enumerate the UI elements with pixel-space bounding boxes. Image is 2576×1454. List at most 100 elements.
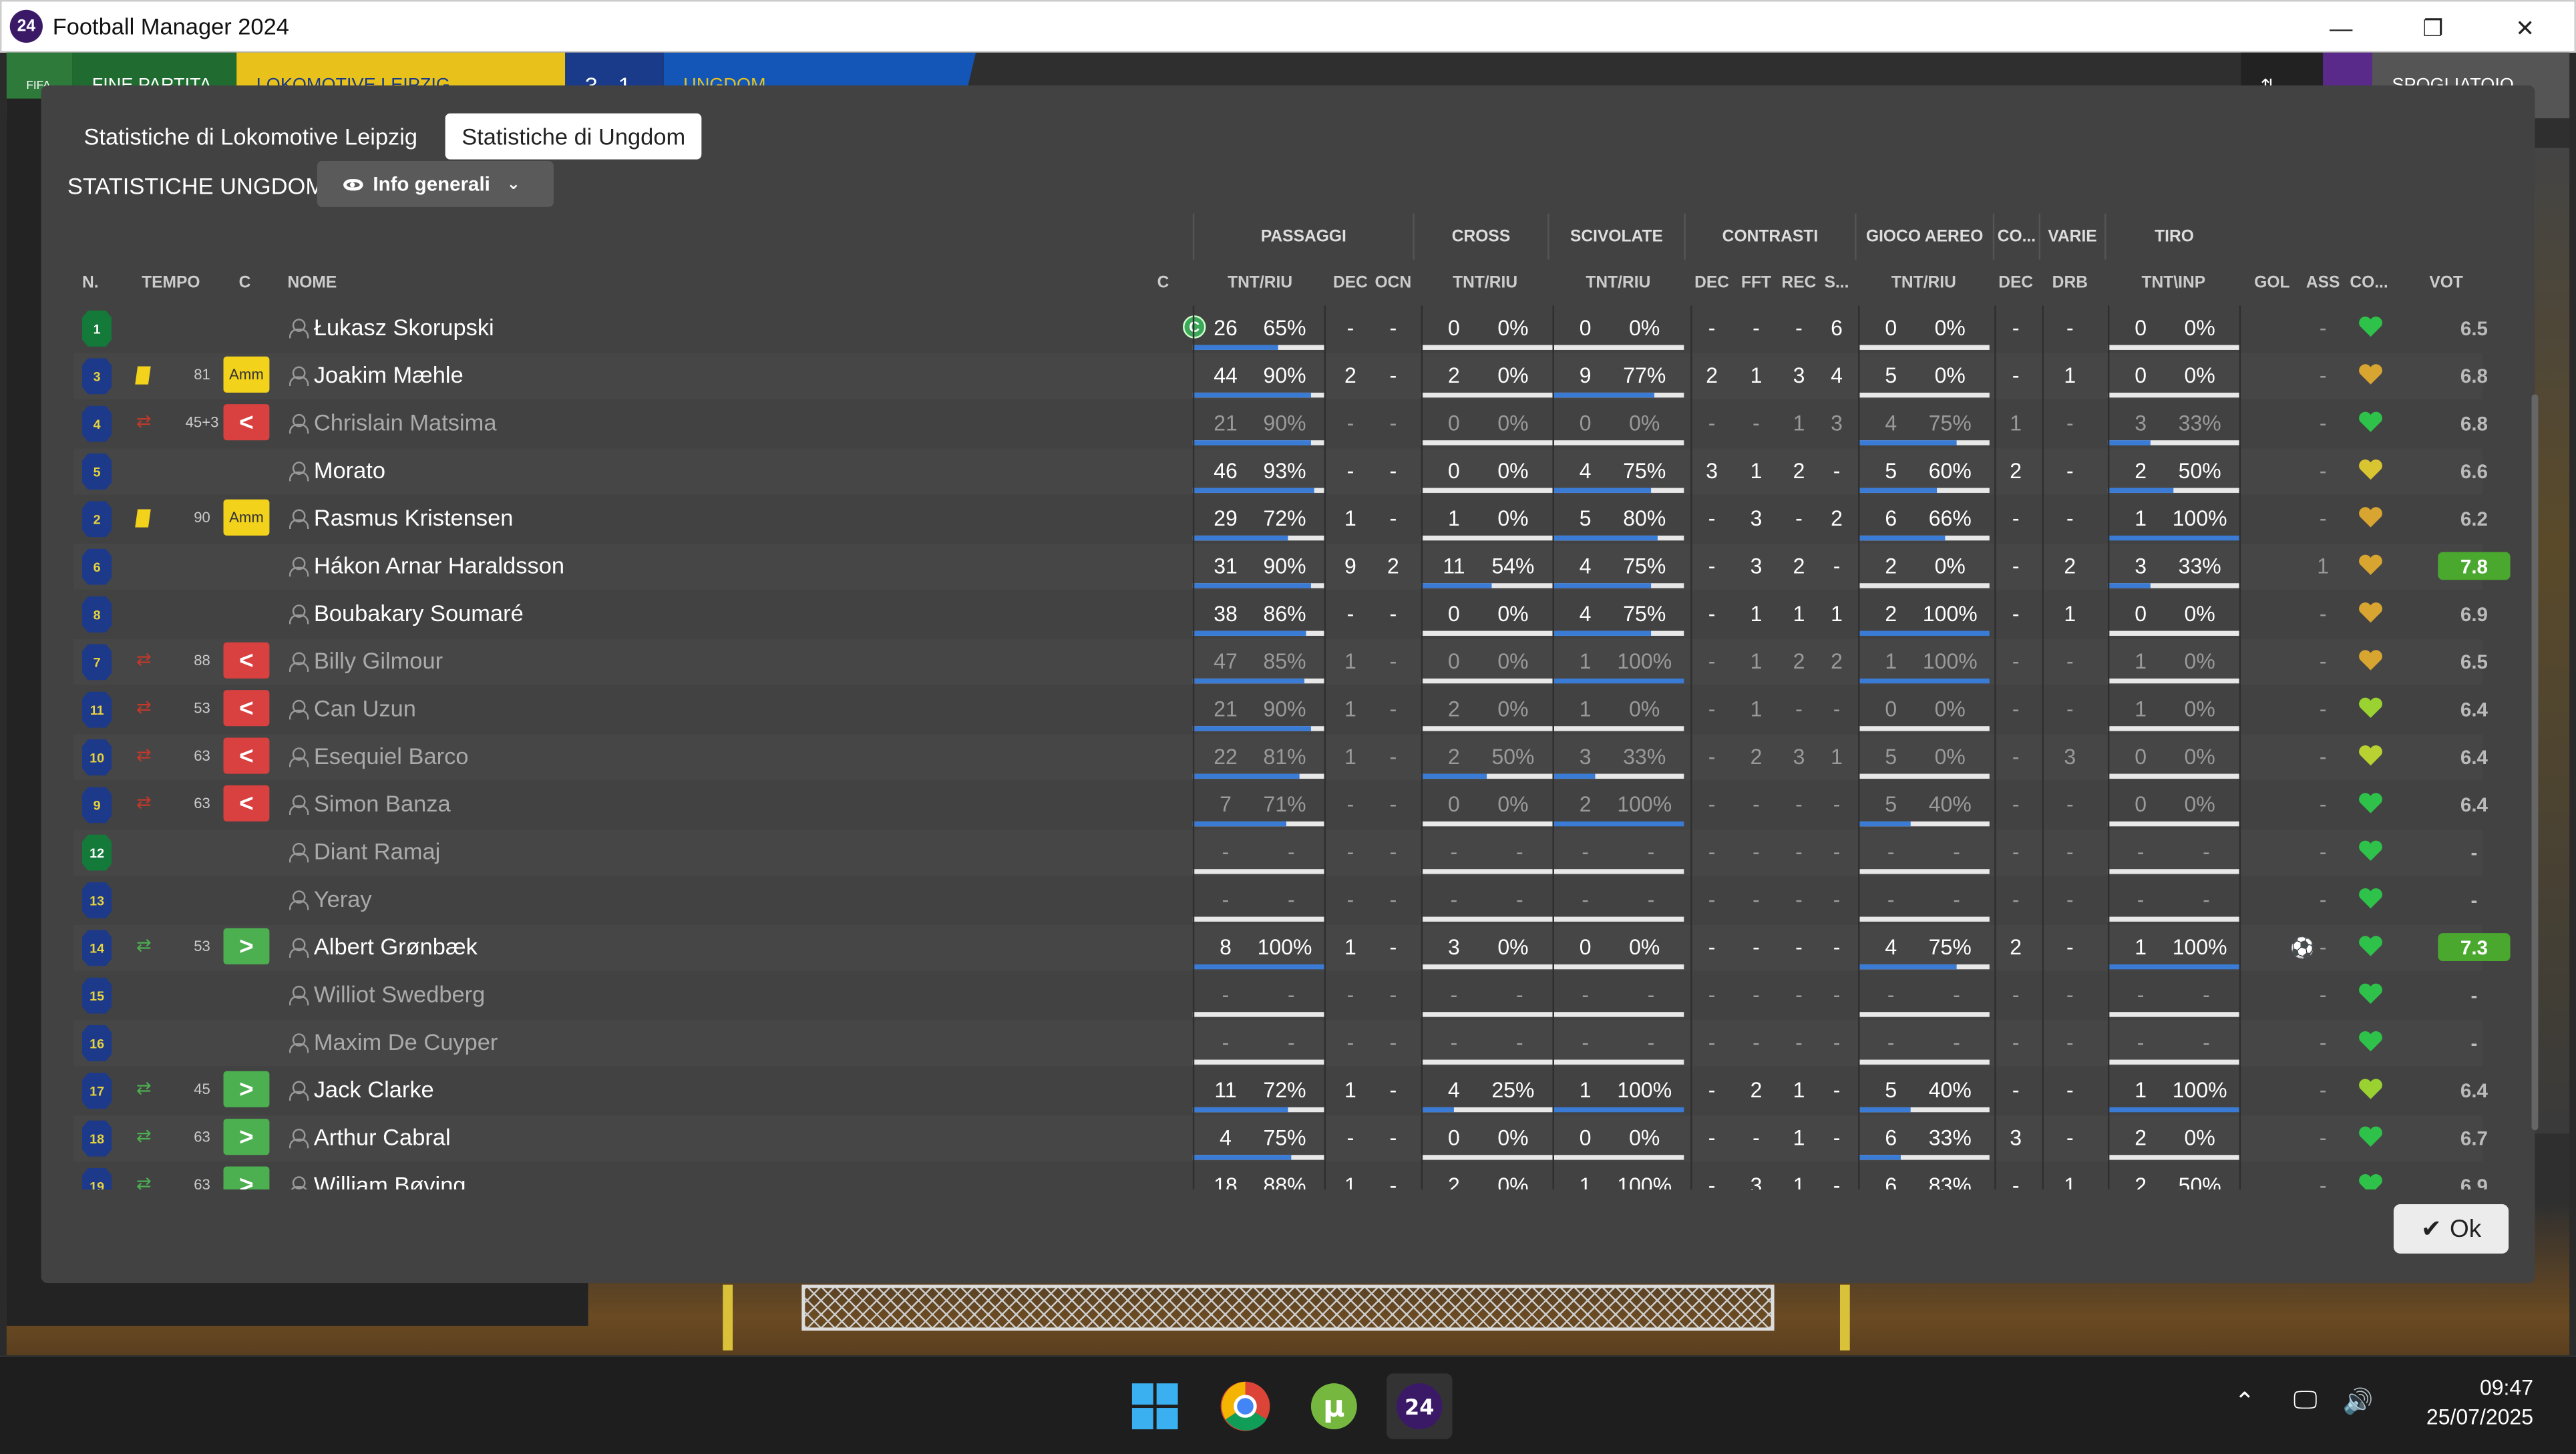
stat-bar bbox=[1192, 869, 1324, 874]
player-row[interactable]: 18 ⇄ 63 > Arthur Cabral 4 75% 0 0% 0 0% 6 33% 2 0% - - - -… bbox=[73, 1115, 2488, 1163]
stat-cell: 5 bbox=[1885, 743, 1897, 768]
player-name[interactable]: Arthur Cabral bbox=[314, 1115, 451, 1158]
column-divider bbox=[2042, 496, 2044, 544]
stat-cell: 1 bbox=[1344, 743, 1356, 768]
assists-cell: - bbox=[2319, 362, 2327, 387]
column-divider bbox=[2107, 781, 2110, 830]
stat-cell: - bbox=[1515, 981, 1523, 1007]
tray-chevron-up-icon[interactable]: ⌃ bbox=[2234, 1387, 2255, 1417]
stat-cell: 0% bbox=[1934, 695, 1966, 721]
player-row[interactable]: 11 ⇄ 53 < Can Uzun 21 90% 2 0% 1 0% 0 0% 1 0% 1- -1- - - - -… bbox=[74, 687, 2488, 735]
player-name[interactable]: Simon Banza bbox=[314, 782, 451, 825]
minimize-button[interactable]: — bbox=[2295, 1, 2387, 54]
stat-cell: 1 bbox=[1344, 695, 1356, 721]
player-row[interactable]: 10 ⇄ 63 < Esequiel Barco 22 81% 2 50% 3 33% 5 0% 0 0% 1… bbox=[73, 734, 2488, 782]
player-name[interactable]: Jack Clarke bbox=[314, 1068, 434, 1111]
stat-cell: - bbox=[1708, 1077, 1716, 1102]
column-divider bbox=[1324, 448, 1326, 496]
stat-cell: 0 bbox=[2135, 362, 2147, 387]
player-row[interactable]: 17 ⇄ 45 > Jack Clarke 11 72% 4 25% 1 100% 5 40% 1 100%… bbox=[74, 1067, 2488, 1116]
player-row[interactable]: 2 90 Amm Rasmus Kristensen 29 72% 1 0% 5 80% 6 66% 1… bbox=[74, 496, 2488, 544]
player-name[interactable]: William Bøving bbox=[314, 1163, 466, 1190]
player-name[interactable]: Billy Gilmour bbox=[314, 639, 443, 682]
player-row[interactable]: 14 ⇄ 53 > Albert Grønbæk 8 100% 3 0% 0 0% 4 75% 1 100%… bbox=[73, 924, 2511, 973]
condition-heart-icon bbox=[2359, 650, 2382, 671]
stat-cell: 0% bbox=[1934, 743, 1966, 768]
stat-cell: - bbox=[1753, 791, 1760, 816]
column-divider bbox=[1552, 401, 1554, 449]
stat-cell: - bbox=[1708, 1124, 1716, 1149]
column-divider bbox=[1192, 1115, 1195, 1163]
utorrent-icon[interactable]: µ bbox=[1301, 1373, 1366, 1439]
player-name[interactable]: Can Uzun bbox=[314, 687, 416, 729]
column-divider bbox=[1324, 1163, 1326, 1190]
stat-cell: - bbox=[2012, 505, 2020, 530]
close-button[interactable]: ✕ bbox=[2479, 1, 2571, 54]
player-name[interactable]: Esequiel Barco bbox=[314, 735, 469, 777]
player-row[interactable]: 1Łukasz SkorupskiC2665%00%00%00%00%-----… bbox=[74, 305, 2488, 353]
stat-cell: 2 bbox=[1750, 1077, 1763, 1102]
player-row[interactable]: 8 Boubakary Soumaré 38 86% 0 0% 4 75% 2 100% 0 0% - -… bbox=[74, 591, 2488, 639]
player-name[interactable]: Rasmus Kristensen bbox=[314, 496, 514, 539]
player-row[interactable]: 5 Morato 46 93% 0 0% 4 75% 5 60% 2 50% - - 3 1 2 - 2 - - 6.6 bbox=[73, 448, 2488, 496]
network-icon[interactable]: 🖵 bbox=[2293, 1387, 2318, 1415]
stat-cell: 54% bbox=[1491, 552, 1535, 578]
stat-cell: 4 bbox=[1831, 362, 1843, 387]
stat-cell: 1 bbox=[1750, 362, 1763, 387]
stat-cell: 1 bbox=[2064, 600, 2076, 625]
stat-cell: - bbox=[1887, 1029, 1895, 1054]
stat-cell: - bbox=[2137, 1029, 2145, 1054]
player-name[interactable]: Morato bbox=[314, 449, 385, 492]
volume-icon[interactable]: 🔊 bbox=[2343, 1387, 2374, 1417]
column-divider bbox=[1552, 448, 1554, 496]
ok-button[interactable]: ✔ Ok bbox=[2393, 1204, 2509, 1254]
stat-bar bbox=[1421, 630, 1553, 636]
player-name[interactable]: Albert Grønbæk bbox=[314, 925, 478, 968]
stat-cell: - bbox=[2012, 600, 2020, 625]
player-row[interactable]: 16 Maxim De Cuyper - - - - - - - - - - - - - - - - - - - - bbox=[73, 1020, 2482, 1068]
chrome-icon[interactable] bbox=[1212, 1373, 1278, 1439]
player-name[interactable]: Williot Swedberg bbox=[314, 972, 485, 1015]
player-row[interactable]: 7 ⇄ 88 < Billy Gilmour 47 85% 0 0% 1 100% 1 100% 1 0% 1… bbox=[73, 639, 2488, 687]
player-row[interactable]: 3 81 Amm Joakim Mæhle 44 90% 2 0% 9 77% 5 0% 0 0% 2-2 1… bbox=[73, 353, 2488, 401]
column-divider bbox=[1421, 877, 1423, 925]
stat-cell: 2 bbox=[1579, 791, 1592, 816]
player-name[interactable]: Joakim Mæhle bbox=[314, 353, 464, 396]
stat-cell: - bbox=[1833, 695, 1841, 721]
column-divider bbox=[2107, 1115, 2110, 1163]
stat-cell: - bbox=[1389, 315, 1397, 339]
player-name[interactable]: Boubakary Soumaré bbox=[314, 592, 524, 634]
substitution-icon: ⇄ bbox=[136, 1079, 152, 1099]
stat-bar bbox=[1421, 869, 1553, 874]
player-row[interactable]: 13 Yeray - - - - - - - - - - - - - - - - - - - - bbox=[74, 877, 2482, 925]
player-row[interactable]: 4 ⇄ 45+3 < Chrislain Matsima 21 90% 0 0% 0 0% 4 75% 3… bbox=[74, 401, 2488, 449]
player-row[interactable]: 15 Williot Swedberg - - - - - - - - - - - - - - - - - - - - bbox=[74, 972, 2482, 1021]
stat-cell: - bbox=[1346, 791, 1354, 816]
stat-cell: - bbox=[1450, 981, 1458, 1007]
player-name[interactable]: Łukasz Skorupski bbox=[314, 306, 494, 349]
player-row[interactable]: 9 ⇄ 63 < Simon Banza 7 71% 0 0% 2 100% 5 40% 0 0% - - - - -… bbox=[74, 781, 2488, 830]
stat-bar bbox=[1421, 726, 1553, 731]
column-divider bbox=[1994, 734, 1996, 782]
player-row[interactable]: 6 Hákon Arnar Haraldsson 31 90% 11 54% 4 75% 2 0%… bbox=[73, 544, 2511, 592]
stat-cell: 44 bbox=[1214, 362, 1238, 387]
fm24-taskbar-icon[interactable]: 24 bbox=[1387, 1373, 1453, 1439]
scrollbar[interactable] bbox=[2531, 394, 2539, 1131]
player-row[interactable]: 19 ⇄ 63 > William Bøving 18 88% 2 0% 1 100% 6 83% 2 50… bbox=[74, 1163, 2488, 1190]
player-name[interactable]: Diant Ramaj bbox=[314, 830, 440, 872]
column-divider bbox=[1858, 448, 1860, 496]
windows-start-icon[interactable] bbox=[1122, 1373, 1187, 1439]
player-name[interactable]: Yeray bbox=[314, 878, 372, 920]
player-row[interactable]: 12 Diant Ramaj - - - - - - - - - - - - - - - - - - - - bbox=[73, 830, 2482, 878]
system-clock[interactable]: 09:47 25/07/2025 bbox=[2426, 1373, 2533, 1433]
player-name[interactable]: Chrislain Matsima bbox=[314, 401, 497, 443]
player-name[interactable]: Maxim De Cuyper bbox=[314, 1021, 498, 1063]
stat-cell: - bbox=[1515, 886, 1523, 911]
person-icon bbox=[289, 652, 309, 673]
column-divider bbox=[1994, 1163, 1996, 1190]
restore-button[interactable]: ❐ bbox=[2387, 1, 2479, 54]
player-name[interactable]: Hákon Arnar Haraldsson bbox=[314, 544, 564, 586]
column-divider bbox=[2239, 1163, 2241, 1190]
stat-bar bbox=[1421, 583, 1553, 588]
stat-bar bbox=[1552, 1059, 1684, 1065]
